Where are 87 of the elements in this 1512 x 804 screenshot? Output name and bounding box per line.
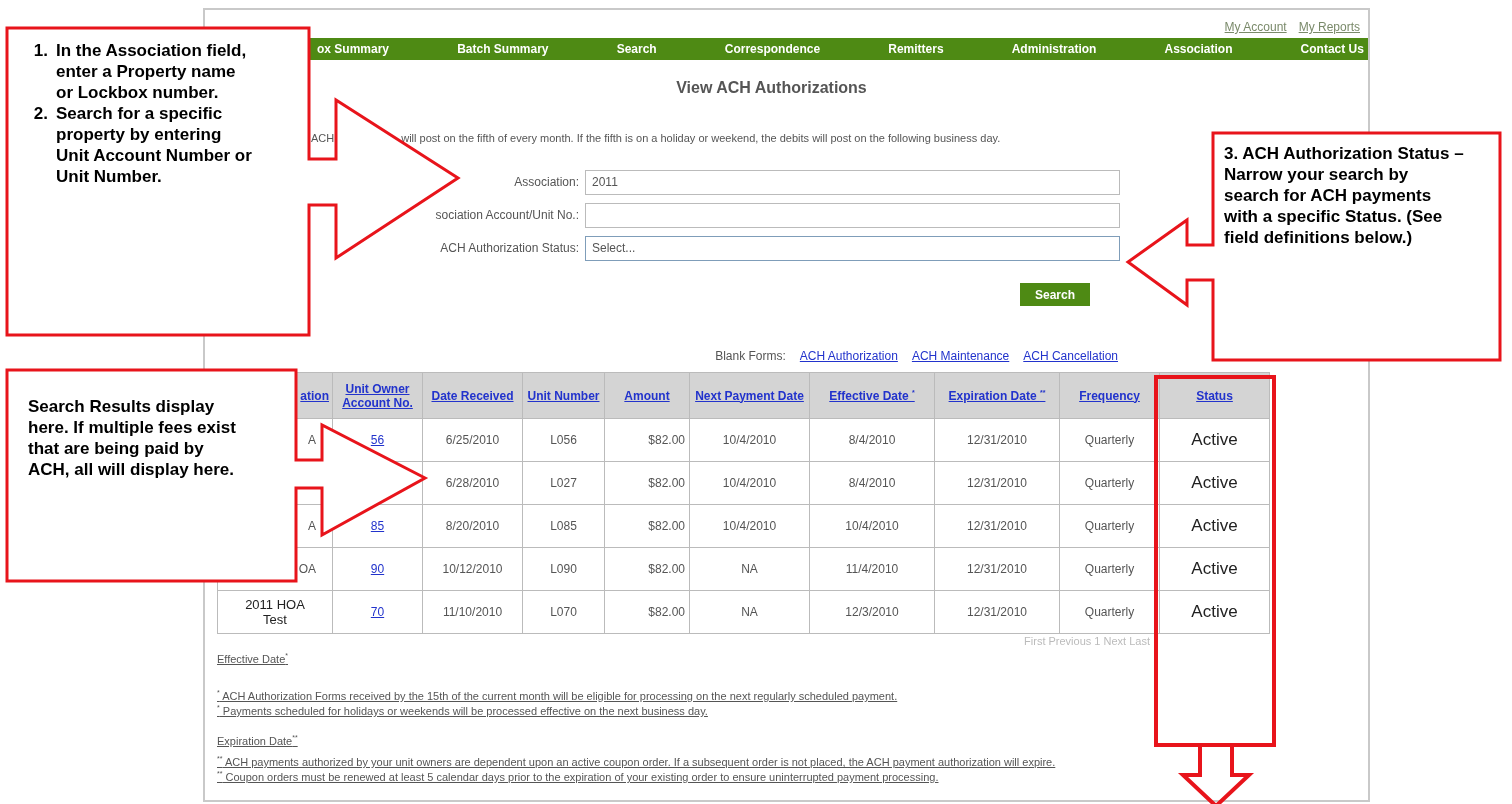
footnote-heading: Expiration Date$^{**}$ bbox=[217, 734, 299, 749]
nav-item[interactable]: Association bbox=[1164, 42, 1233, 56]
select-field[interactable]: Select... bbox=[585, 236, 1120, 261]
table-cell: L027 bbox=[550, 476, 577, 490]
table-cell: Active bbox=[1191, 559, 1238, 578]
list-number: 2. bbox=[32, 103, 48, 125]
table-cell: L085 bbox=[550, 519, 577, 533]
field-label: sociation Account/Unit No.: bbox=[434, 207, 579, 224]
table-cell: 12/31/2010 bbox=[966, 519, 1028, 533]
account-link[interactable]: 70 bbox=[370, 605, 385, 619]
table-cell: Active bbox=[1191, 602, 1238, 621]
table-cell: 10/4/2010 bbox=[722, 519, 777, 533]
input-field[interactable]: 2011 bbox=[585, 170, 1120, 195]
table-cell: 8/4/2010 bbox=[848, 433, 896, 447]
table-cell: 10/4/2010 bbox=[722, 476, 777, 490]
table-cell: 12/31/2010 bbox=[966, 562, 1028, 576]
table-cell: A bbox=[308, 433, 316, 447]
search-button[interactable]: Search bbox=[1020, 283, 1090, 306]
table-cell: $82.00 bbox=[648, 562, 685, 576]
table-cell: $82.00 bbox=[648, 476, 685, 490]
table-cell: 11/4/2010 bbox=[845, 562, 899, 576]
table-cell: 8/4/2010 bbox=[848, 476, 896, 490]
form-link[interactable]: ACH Authorization bbox=[799, 348, 898, 364]
table-cell-text: 2011 HOA Test bbox=[244, 597, 306, 627]
table-cell: Quarterly bbox=[1084, 476, 1135, 490]
table-cell: 6/28/2010 bbox=[445, 476, 500, 490]
table-cell: L056 bbox=[550, 433, 577, 447]
top-link[interactable]: My Account bbox=[1224, 20, 1287, 38]
top-link[interactable]: My Reports bbox=[1298, 20, 1360, 38]
table-cell: 10/4/2010 bbox=[722, 433, 777, 447]
table-cell: 12/31/2010 bbox=[966, 605, 1028, 619]
table-cell: NA bbox=[741, 562, 758, 576]
nav-item[interactable]: Administration bbox=[1011, 42, 1097, 56]
table-cell: Quarterly bbox=[1084, 519, 1135, 533]
table-cell: Quarterly bbox=[1084, 562, 1135, 576]
table-cell: Quarterly bbox=[1084, 605, 1135, 619]
nav-item[interactable]: Batch Summary bbox=[457, 42, 549, 56]
table-cell: A bbox=[308, 519, 316, 533]
table-cell: NA bbox=[741, 605, 758, 619]
table-cell: Active bbox=[1191, 473, 1238, 492]
column-header[interactable]: ation bbox=[300, 388, 329, 403]
nav-item[interactable]: Correspondence bbox=[724, 42, 821, 56]
table-cell: Quarterly bbox=[1084, 433, 1135, 447]
footnote-text: $^{*}$ ACH Authorization Forms received by the 15th of the current month will be eligible for processing on the next regularly scheduled payment. bbox=[217, 689, 899, 704]
table-cell: 8/20/2010 bbox=[445, 519, 500, 533]
table-cell: OA bbox=[298, 562, 316, 576]
table-cell: $82.00 bbox=[648, 519, 685, 533]
callout-text: Search for a specific property by entering Unit Account Number or Unit Number. bbox=[56, 103, 253, 187]
notice-text: ACH bbox=[311, 131, 335, 146]
table-cell: 6/25/2010 bbox=[445, 433, 500, 447]
footnote-text: $^{*}$ Payments scheduled for holidays or weekends will be processed effective on the next business day. bbox=[217, 704, 709, 719]
table-cell: 10/4/2010 bbox=[845, 519, 899, 533]
table-cell: L070 bbox=[550, 605, 577, 619]
callout-text: 3. ACH Authorization Status – Narrow your search by search for ACH payments with a specific Status. (See field definitions below.) bbox=[1224, 143, 1464, 248]
list-number: 1. bbox=[32, 40, 48, 62]
column-header[interactable]: Amount bbox=[624, 388, 670, 403]
footnote-text: $^{**}$ ACH payments authorized by your unit owners are dependent upon an active coupon order. If a subsequent order is not placed, the ACH payment authorization will expire. bbox=[217, 755, 1057, 770]
nav-item[interactable]: Remitters bbox=[888, 42, 944, 56]
forms-label: Blank Forms: bbox=[715, 348, 786, 364]
table-cell: Active bbox=[1191, 516, 1238, 535]
account-link[interactable]: 56 bbox=[370, 433, 385, 447]
table-cell: 10/12/2010 bbox=[442, 562, 503, 576]
field-label: ACH Authorization Status: bbox=[439, 240, 579, 257]
column-header[interactable]: Status bbox=[1196, 388, 1233, 403]
column-header[interactable]: Frequency bbox=[1079, 388, 1140, 403]
table-cell: $82.00 bbox=[648, 605, 685, 619]
form-link[interactable]: ACH Maintenance bbox=[911, 348, 1010, 364]
footnote-heading: Effective Date$^{*}$ bbox=[217, 652, 289, 667]
callout-text: Search Results display here. If multiple fees exist that are being paid by ACH, all will display here. bbox=[28, 396, 237, 480]
input-field[interactable] bbox=[585, 203, 1120, 228]
account-link[interactable]: 90 bbox=[370, 562, 385, 576]
table-cell: 12/31/2010 bbox=[966, 476, 1028, 490]
nav-item[interactable]: ox Summary bbox=[317, 42, 390, 56]
callout-text: In the Association field, enter a Property name or Lockbox number. bbox=[56, 40, 248, 103]
field-label: Association: bbox=[513, 174, 579, 191]
table-cell: 11/10/2010 bbox=[442, 605, 503, 619]
footnote-text: $^{**}$ Coupon orders must be renewed at least 5 calendar days prior to the expiration of your existing order to ensure uninterrupted payment processing. bbox=[217, 770, 940, 785]
nav-item[interactable]: Search bbox=[616, 42, 657, 56]
notice-text: will post on the fifth of every month. If the fifth is on a holiday or weekend, the debits will post on the following business day. bbox=[401, 131, 1001, 146]
table-cell: L090 bbox=[550, 562, 577, 576]
table-cell: 12/31/2010 bbox=[966, 433, 1028, 447]
form-link[interactable]: ACH Cancellation bbox=[1023, 348, 1118, 364]
account-link[interactable]: 85 bbox=[370, 519, 385, 533]
table-cell: Active bbox=[1191, 430, 1238, 449]
nav-item[interactable]: Contact Us bbox=[1300, 42, 1364, 56]
table-cell: 12/3/2010 bbox=[845, 605, 899, 619]
table-cell: $82.00 bbox=[648, 433, 685, 447]
